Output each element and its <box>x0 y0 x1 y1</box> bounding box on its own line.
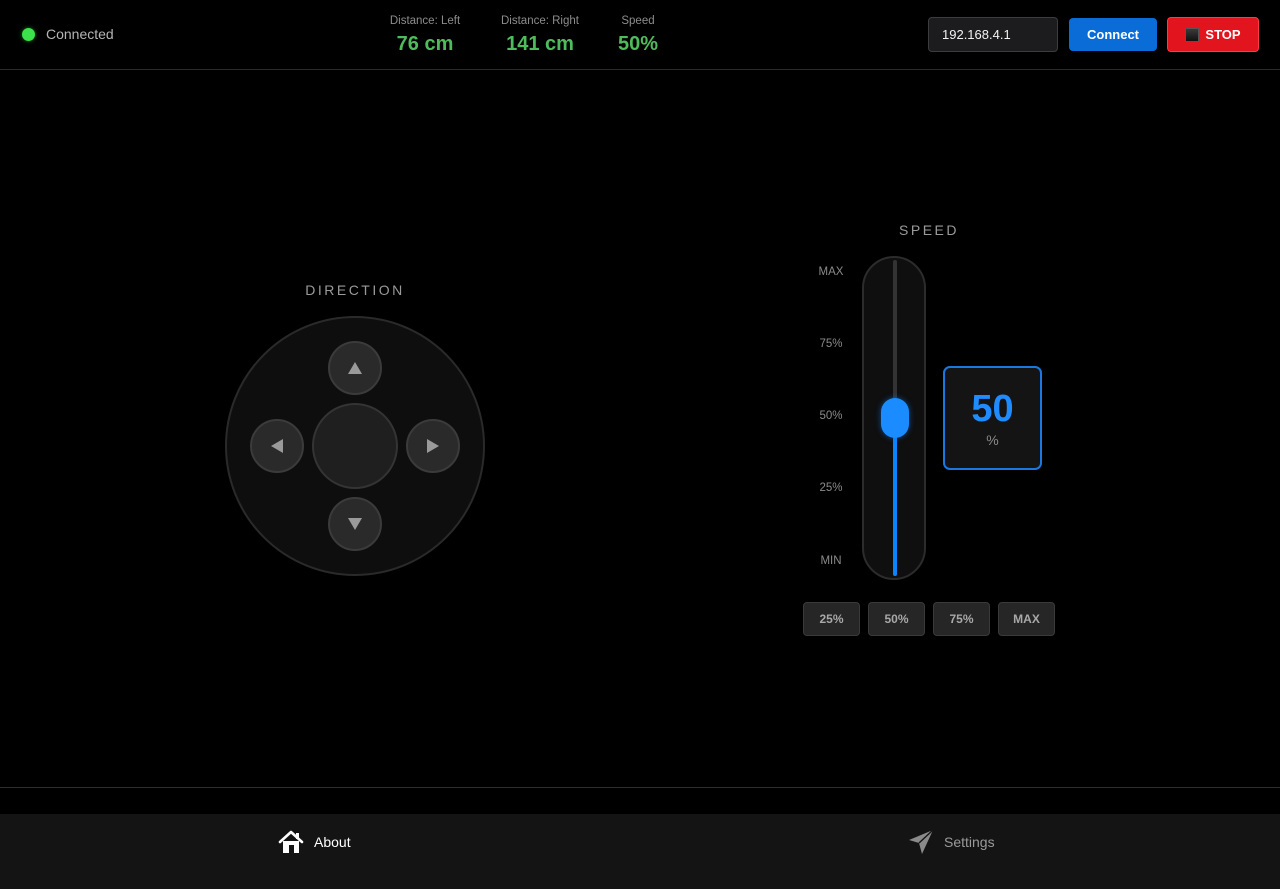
tab-settings-label: Settings <box>944 834 995 850</box>
direction-pad <box>225 316 485 576</box>
preset-max-button[interactable]: MAX <box>998 602 1055 636</box>
up-arrow-icon <box>348 362 362 374</box>
dpad-left-button[interactable] <box>250 419 304 473</box>
connection-status: Connected <box>22 26 114 42</box>
preset-50-button[interactable]: 50% <box>868 602 925 636</box>
tab-settings[interactable]: Settings <box>908 828 995 856</box>
stat-label: Distance: Left <box>389 15 461 27</box>
speed-slider[interactable] <box>862 256 926 580</box>
top-bar: Connected Distance: Left 76 cm Distance:… <box>0 0 1280 70</box>
scale-label-75: 75% <box>819 338 843 350</box>
preset-25-button[interactable]: 25% <box>803 602 860 636</box>
speed-title: SPEED <box>899 222 959 238</box>
stat-value: 50% <box>617 33 659 55</box>
stat-distance-left: Distance: Left 76 cm <box>365 13 485 55</box>
scale-label-50: 50% <box>819 410 843 422</box>
dpad-up-button[interactable] <box>328 341 382 395</box>
scale-label-25: 25% <box>819 482 843 494</box>
speed-readout: 50 % <box>943 366 1042 470</box>
right-arrow-icon <box>427 439 439 453</box>
stop-button-label: STOP <box>1205 27 1241 42</box>
scale-label-min: MIN <box>820 555 842 567</box>
left-arrow-icon <box>271 439 283 453</box>
dpad-right-button[interactable] <box>406 419 460 473</box>
dpad-center-button[interactable] <box>312 403 398 489</box>
tab-about-label: About <box>314 834 351 850</box>
stat-speed: Speed 50% <box>578 13 698 55</box>
stat-value: 76 cm <box>396 33 454 55</box>
down-arrow-icon <box>348 518 362 530</box>
dpad-down-button[interactable] <box>328 497 382 551</box>
stop-square-icon <box>1185 27 1200 42</box>
speed-readout-unit: % <box>986 432 999 448</box>
status-dot-icon <box>22 27 35 41</box>
tab-bar: About Settings <box>0 814 1280 889</box>
paper-plane-icon <box>909 829 934 854</box>
ip-address-input[interactable] <box>928 17 1058 52</box>
content-divider <box>0 787 1280 788</box>
speed-readout-value: 50 <box>971 388 1014 430</box>
stop-button[interactable]: STOP <box>1167 17 1259 52</box>
scale-label-max: MAX <box>818 266 844 278</box>
connect-button[interactable]: Connect <box>1069 18 1157 51</box>
slider-fill <box>893 418 897 576</box>
preset-75-button[interactable]: 75% <box>933 602 990 636</box>
slider-thumb[interactable] <box>881 398 909 438</box>
home-icon <box>278 830 304 853</box>
tab-about[interactable]: About <box>278 828 351 856</box>
connection-status-text: Connected <box>46 26 114 42</box>
direction-title: DIRECTION <box>305 282 405 298</box>
stat-label: Speed <box>621 15 655 27</box>
